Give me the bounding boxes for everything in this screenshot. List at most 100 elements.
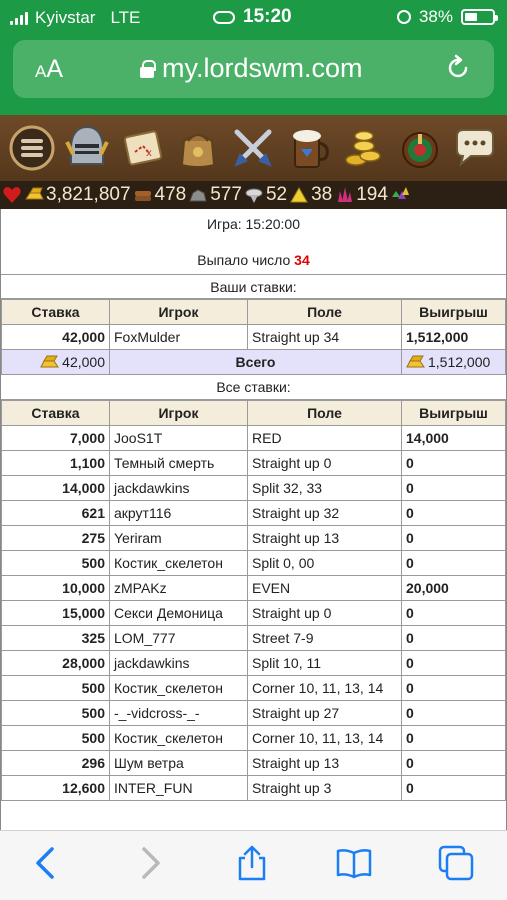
cell-bet: 325 bbox=[1, 625, 110, 651]
cell-bet: 10,000 bbox=[1, 575, 110, 601]
cell-player[interactable]: Секси Демоница bbox=[109, 600, 248, 626]
all-bets-table: Ставка Игрок Поле Выигрыш 7,000 JooS1T RED… bbox=[1, 400, 506, 801]
result-number: 34 bbox=[294, 252, 310, 268]
heart-icon bbox=[3, 187, 21, 203]
reload-icon[interactable] bbox=[444, 54, 472, 82]
tabs-icon[interactable] bbox=[438, 845, 474, 881]
map-scroll-icon[interactable]: x bbox=[119, 123, 167, 173]
cell-field: Straight up 13 bbox=[247, 750, 402, 776]
gems-icon bbox=[391, 187, 409, 199]
resources-bar: 3,821,807 478 577 52 38 194 bbox=[0, 181, 507, 209]
cell-win: 0 bbox=[401, 675, 506, 701]
table-row: 500 Костик_скелетон Corner 10, 11, 13, 14 0 bbox=[1, 725, 506, 751]
table-header-row: Ставка Игрок Поле Выигрыш bbox=[1, 299, 506, 325]
text-size-button[interactable]: AA bbox=[35, 55, 63, 84]
total-row: 42,000 Всего 1,512,000 bbox=[1, 349, 506, 375]
clock: 15:20 bbox=[213, 6, 292, 28]
share-icon[interactable] bbox=[234, 845, 270, 881]
table-row: 15,000 Секси Демоница Straight up 00 bbox=[1, 600, 506, 626]
ore-amount: 577 bbox=[210, 184, 242, 205]
url-field[interactable]: my.lordswm.com bbox=[140, 53, 363, 84]
table-row: 621 акрут116 Straight up 32 0 bbox=[1, 500, 506, 526]
cell-player[interactable]: jackdawkins bbox=[109, 650, 248, 676]
forward-icon[interactable] bbox=[132, 845, 168, 881]
cell-player[interactable]: JooS1T bbox=[109, 425, 248, 451]
cell-bet: 500 bbox=[1, 725, 110, 751]
gold-coins-icon[interactable] bbox=[340, 123, 388, 173]
total-label: Всего bbox=[109, 349, 402, 375]
cell-win: 0 bbox=[401, 600, 506, 626]
cell-win: 0 bbox=[401, 500, 506, 526]
cell-field: Split 32, 33 bbox=[247, 475, 402, 501]
cell-win: 0 bbox=[401, 725, 506, 751]
table-row: 42,000 FoxMulder Straight up 34 1,512,000 bbox=[1, 324, 506, 350]
cell-field: Split 10, 11 bbox=[247, 650, 402, 676]
cell-win: 0 bbox=[401, 450, 506, 476]
cell-win: 14,000 bbox=[401, 425, 506, 451]
cell-player[interactable]: Yeriram bbox=[109, 525, 248, 551]
cell-player[interactable]: Шум ветра bbox=[109, 750, 248, 776]
cell-field: Corner 10, 11, 13, 14 bbox=[247, 675, 402, 701]
address-bar[interactable]: AA my.lordswm.com bbox=[13, 40, 494, 98]
svg-text:x: x bbox=[146, 148, 152, 159]
chat-bubbles-icon[interactable] bbox=[451, 123, 499, 173]
header-bet: Ставка bbox=[1, 400, 110, 426]
cell-player[interactable]: -_-vidcross-_- bbox=[109, 700, 248, 726]
back-icon[interactable] bbox=[28, 845, 64, 881]
cell-bet: 7,000 bbox=[1, 425, 110, 451]
cell-bet: 14,000 bbox=[1, 475, 110, 501]
hotspot-link-icon bbox=[213, 10, 235, 24]
battery-info: 38% bbox=[396, 7, 498, 27]
crossed-swords-icon[interactable] bbox=[229, 123, 277, 173]
network-type: LTE bbox=[110, 8, 141, 27]
cell-win: 1,512,000 bbox=[401, 324, 506, 350]
cell-bet: 1,100 bbox=[1, 450, 110, 476]
knight-helmet-icon[interactable] bbox=[63, 123, 111, 173]
table-row: 325 LOM_777 Street 7-9 0 bbox=[1, 625, 506, 651]
status-bar: Kyivstar LTE 15:20 38% bbox=[0, 0, 507, 34]
table-row: 10,000 zMPAKz EVEN 20,000 bbox=[1, 575, 506, 601]
lock-icon bbox=[140, 59, 156, 78]
result-label: Выпало число bbox=[197, 252, 291, 268]
cell-player[interactable]: jackdawkins bbox=[109, 475, 248, 501]
cell-win: 0 bbox=[401, 700, 506, 726]
game-time: Игра: 15:20:00 bbox=[206, 216, 301, 232]
gold-icon bbox=[40, 355, 60, 368]
battery-icon bbox=[461, 9, 498, 25]
crystals-amount: 194 bbox=[356, 184, 388, 205]
cell-bet: 12,600 bbox=[1, 775, 110, 801]
cell-bet: 275 bbox=[1, 525, 110, 551]
total-bet: 42,000 bbox=[62, 354, 105, 370]
cell-player[interactable]: FoxMulder bbox=[109, 324, 248, 350]
cell-player[interactable]: Костик_скелетон bbox=[109, 725, 248, 751]
cell-player[interactable]: LOM_777 bbox=[109, 625, 248, 651]
cell-player[interactable]: Костик_скелетон bbox=[109, 675, 248, 701]
header-bet: Ставка bbox=[1, 299, 110, 325]
mercury-amount: 52 bbox=[265, 184, 288, 205]
table-row: 500 -_-vidcross-_- Straight up 27 0 bbox=[1, 700, 506, 726]
cell-field: EVEN bbox=[247, 575, 402, 601]
cell-player[interactable]: INTER_FUN bbox=[109, 775, 248, 801]
cell-bet: 42,000 bbox=[1, 324, 110, 350]
bookmarks-icon[interactable] bbox=[336, 845, 372, 881]
cell-win: 0 bbox=[401, 750, 506, 776]
cell-field: Straight up 13 bbox=[247, 525, 402, 551]
wood-icon bbox=[134, 191, 151, 201]
cell-bet: 296 bbox=[1, 750, 110, 776]
menu-icon[interactable] bbox=[8, 123, 56, 173]
cell-player[interactable]: акрут116 bbox=[109, 500, 248, 526]
header-field: Поле bbox=[247, 400, 402, 426]
cell-bet: 15,000 bbox=[1, 600, 110, 626]
signal-icon bbox=[10, 11, 28, 25]
sulfur-amount: 38 bbox=[311, 184, 333, 205]
total-win: 1,512,000 bbox=[428, 354, 491, 370]
cell-player[interactable]: Костик_скелетон bbox=[109, 550, 248, 576]
cell-win: 0 bbox=[401, 625, 506, 651]
cell-bet: 500 bbox=[1, 675, 110, 701]
inventory-bag-icon[interactable] bbox=[174, 123, 222, 173]
roulette-icon[interactable] bbox=[396, 123, 444, 173]
cell-player[interactable]: Темный смерть bbox=[109, 450, 248, 476]
cell-bet: 500 bbox=[1, 700, 110, 726]
cell-player[interactable]: zMPAKz bbox=[109, 575, 248, 601]
tavern-mug-icon[interactable] bbox=[285, 123, 333, 173]
